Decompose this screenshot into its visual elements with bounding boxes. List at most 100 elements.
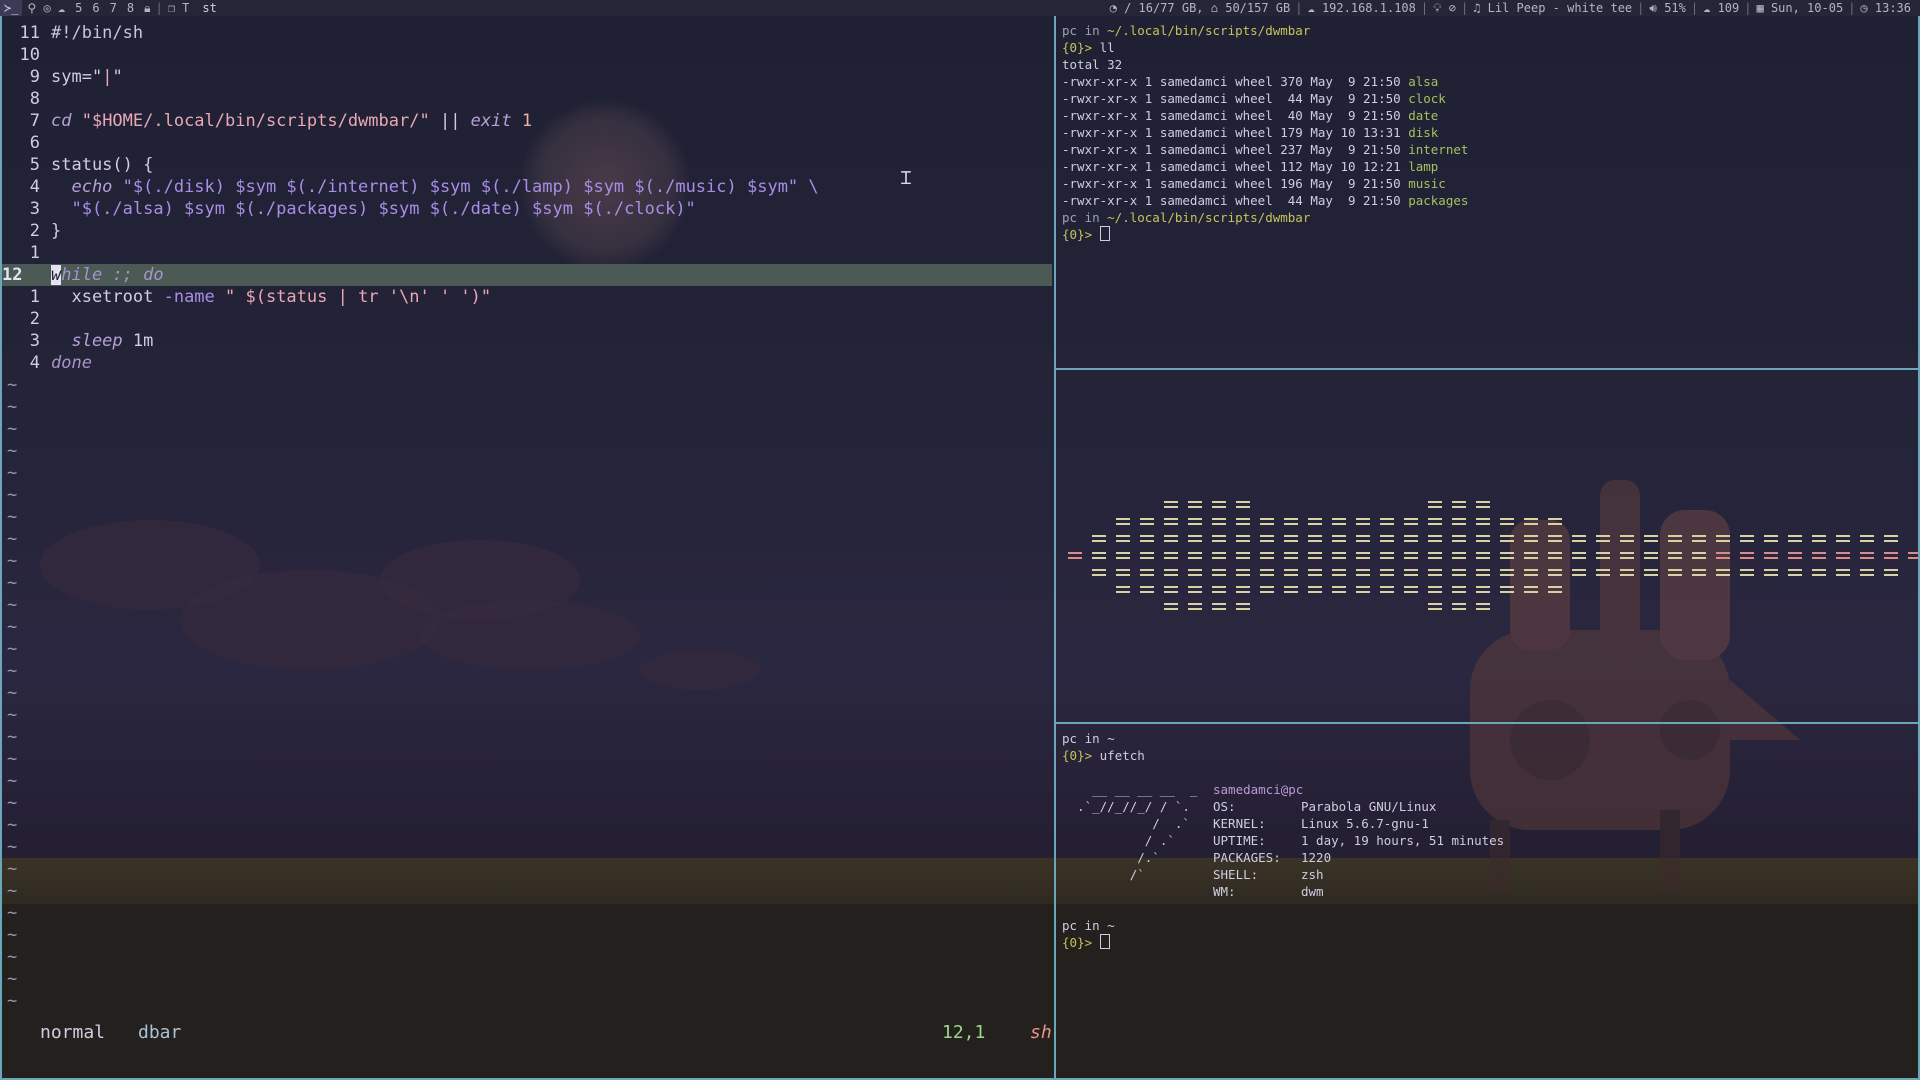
line-number: 9	[29, 67, 40, 87]
visualizer-bar-segment	[1308, 552, 1322, 554]
vim-editor-pane[interactable]: 11 #!/bin/sh 10 9 sym="|" 8 7 cd "$HOME/.lo…	[0, 16, 1056, 1080]
visualizer-bar-segment	[1212, 569, 1226, 571]
empty-line-tilde: ~	[7, 749, 18, 769]
file-row: -rwxr-xr-x 1 samedamci wheel 237 May 9 2…	[1062, 141, 1468, 158]
logo-line: / .`	[1062, 816, 1190, 831]
editor-line[interactable]: 2}	[2, 220, 1052, 242]
prompt-path: ~/.local/bin/scripts/dwmbar	[1107, 23, 1311, 38]
tag-7[interactable]: 7	[105, 0, 122, 16]
empty-line-tilde: ~	[7, 881, 18, 901]
file-name: music	[1408, 176, 1446, 191]
visualizer-bar-segment	[1092, 540, 1106, 542]
visualizer-bar-segment	[1836, 574, 1850, 576]
editor-line[interactable]: 11 #!/bin/sh	[2, 22, 1052, 44]
visualizer-bar-segment	[1236, 518, 1250, 520]
visualizer-bar-segment	[1140, 523, 1154, 525]
file-meta: -rwxr-xr-x 1 samedamci wheel 237 May 9 2…	[1062, 142, 1409, 157]
line-number: 3	[29, 331, 40, 351]
file-meta: -rwxr-xr-x 1 samedamci wheel 370 May 9 2…	[1062, 74, 1409, 89]
visualizer-bar-segment	[1788, 540, 1802, 542]
line-number: 1	[29, 243, 40, 263]
editor-line[interactable]: 1 xsetroot -name " $(status | tr '\n' ' …	[2, 286, 1052, 308]
code-token: ||	[429, 111, 471, 131]
visualizer-bar-segment	[1500, 518, 1514, 520]
visualizer-bar-segment	[1260, 591, 1274, 593]
empty-line-tilde: ~	[7, 793, 18, 813]
visualizer-bar-segment	[1212, 574, 1226, 576]
visualizer-bar-segment	[1812, 557, 1826, 559]
visualizer-bar-segment	[1836, 569, 1850, 571]
visualizer-bar-segment	[1812, 535, 1826, 537]
editor-line[interactable]: 8	[2, 88, 1052, 110]
editor-line[interactable]: 9 sym="|"	[2, 66, 1052, 88]
logo-line: / .`	[1062, 833, 1175, 848]
editor-line[interactable]: 2	[2, 308, 1052, 330]
visualizer-bar-segment	[1356, 518, 1370, 520]
editor-current-line[interactable]: 12 while :; do	[2, 264, 1052, 286]
editor-line[interactable]: 1	[2, 242, 1052, 264]
visualizer-bar-segment	[1380, 574, 1394, 576]
code-token: " $(status | tr '\n' ' ')"	[214, 287, 492, 307]
tag-5[interactable]: 5	[70, 0, 87, 16]
visualizer-bar-segment	[1428, 574, 1442, 576]
info-value: Parabola GNU/Linux	[1301, 799, 1437, 814]
command-line[interactable]: {0}>	[1062, 934, 1110, 951]
code-text: #!/bin/sh	[51, 23, 144, 43]
visualizer-bar-segment	[1524, 586, 1538, 588]
visualizer-bar-segment	[1788, 569, 1802, 571]
visualizer-bar-segment	[1644, 540, 1658, 542]
terminal-pane-ls[interactable]: pc in ~/.local/bin/scripts/dwmbar {0}> l…	[1056, 16, 1920, 370]
editor-line[interactable]: 3 "$(./alsa) $sym $(./packages) $sym $(.…	[2, 198, 1052, 220]
empty-line-tilde: ~	[7, 463, 18, 483]
editor-line[interactable]: 4 done	[2, 352, 1052, 374]
visualizer-bar-segment	[1908, 557, 1918, 559]
empty-line-tilde: ~	[7, 859, 18, 879]
visualizer-bar-segment	[1428, 586, 1442, 588]
visualizer-bar-segment	[1452, 501, 1466, 503]
terminal-cursor	[1099, 226, 1110, 241]
visualizer-bar-segment	[1380, 586, 1394, 588]
file-row: -rwxr-xr-x 1 samedamci wheel 370 May 9 2…	[1062, 73, 1438, 90]
file-row: -rwxr-xr-x 1 samedamci wheel 112 May 10 …	[1062, 158, 1438, 175]
editor-line[interactable]: 10	[2, 44, 1052, 66]
visualizer-bar-segment	[1452, 586, 1466, 588]
visualizer-bar-segment	[1260, 552, 1274, 554]
visualizer-bar-segment	[1620, 540, 1634, 542]
visualizer-bar-segment	[1356, 552, 1370, 554]
visualizer-bar-segment	[1404, 586, 1418, 588]
terminal-pane-ufetch[interactable]: pc in ~ {0}> ufetch __ __ __ __ _ .`_//_…	[1056, 724, 1920, 1080]
command-line: {0}> ll	[1062, 39, 1115, 56]
editor-line[interactable]: 6	[2, 132, 1052, 154]
visualizer-bar-segment	[1404, 557, 1418, 559]
visualizer-bar-segment	[1524, 523, 1538, 525]
visualizer-bar-segment	[1308, 540, 1322, 542]
visualizer-pane[interactable]	[1056, 370, 1920, 724]
info-key: OS:	[1213, 799, 1236, 814]
visualizer-bar-segment	[1548, 552, 1562, 554]
visualizer-bar-segment	[1356, 557, 1370, 559]
visualizer-bar-segment	[1404, 574, 1418, 576]
editor-line[interactable]: 7 cd "$HOME/.local/bin/scripts/dwmbar/" |…	[2, 110, 1052, 132]
visualizer-bar-segment	[1524, 535, 1538, 537]
visualizer-bar-segment	[1836, 540, 1850, 542]
visualizer-bar-segment	[1164, 569, 1178, 571]
command-line[interactable]: {0}>	[1062, 226, 1110, 243]
visualizer-bar-segment	[1140, 557, 1154, 559]
layout-indicator[interactable]: ❐ T	[163, 0, 195, 16]
visualizer-bar-segment	[1596, 552, 1610, 554]
info-key: WM:	[1213, 884, 1236, 899]
empty-line-tilde: ~	[7, 595, 18, 615]
editor-line[interactable]: 3 sleep 1m	[2, 330, 1052, 352]
lock-icon: 🔒︎	[144, 1, 151, 15]
empty-line-tilde: ~	[7, 419, 18, 439]
terminal-launcher-icon[interactable]: ≻_	[0, 0, 23, 16]
editor-line[interactable]: 4 echo "$(./disk) $sym $(./internet) $sy…	[2, 176, 1052, 198]
line-number: 8	[29, 89, 40, 109]
file-name: disk	[1408, 125, 1439, 140]
editor-line[interactable]: 5 status() {	[2, 154, 1052, 176]
tag-6[interactable]: 6	[87, 0, 104, 16]
visualizer-bar-segment	[1452, 608, 1466, 610]
visualizer-bar-segment	[1740, 552, 1754, 554]
tag-8[interactable]: 8	[122, 0, 139, 16]
visualizer-bar-segment	[1812, 552, 1826, 554]
